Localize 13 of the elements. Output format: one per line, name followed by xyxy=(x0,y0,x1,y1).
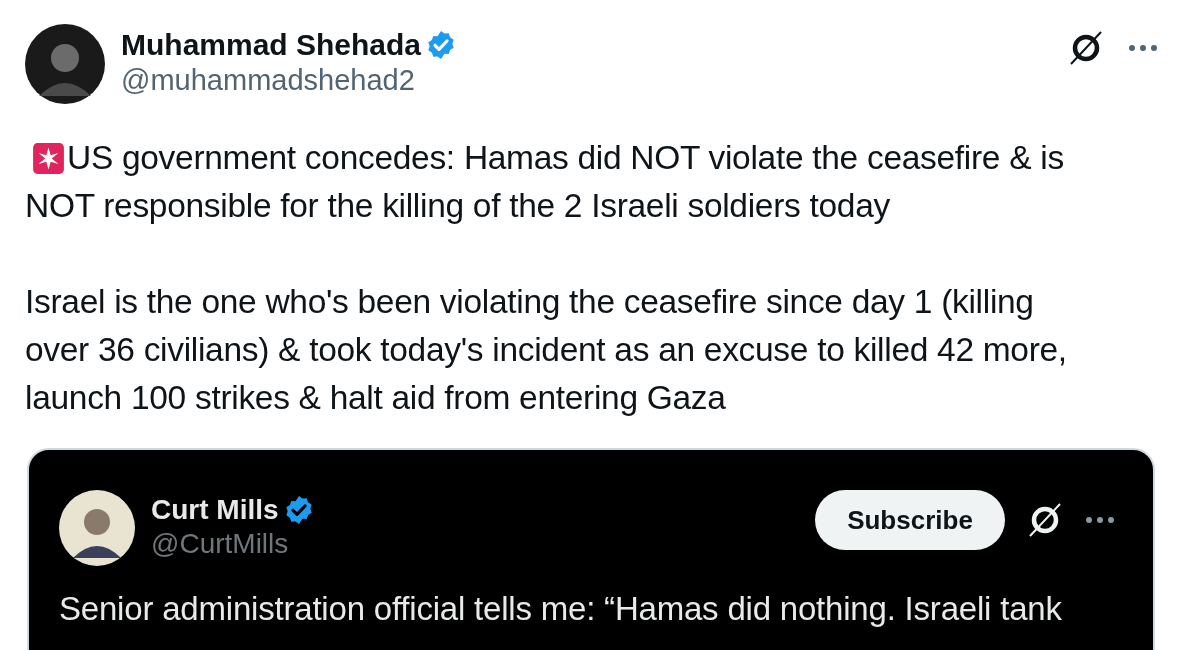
post-text: Israel is the one who's been violating the ceasefire since day 1 (killing over 36 civilians) & took today's incident as an excuse to killed 42 more, launch 100 strikes & halt aid from entering Gaza xyxy=(25,282,1068,418)
author-handle[interactable]: @muhammadshehad2 xyxy=(121,64,458,97)
author-name[interactable]: Curt Mills xyxy=(151,494,279,526)
more-icon[interactable] xyxy=(1085,516,1115,524)
quoted-post-card[interactable]: Curt Mills @CurtMills Subscribe Senior administration official tells me: “Hamas did nothing. Israeli tank xyxy=(27,448,1155,650)
author-name[interactable]: Muhammad Shehada xyxy=(121,28,422,62)
author-handle[interactable]: @CurtMills xyxy=(151,528,315,560)
avatar[interactable] xyxy=(25,24,105,104)
more-icon[interactable] xyxy=(1128,44,1158,52)
subscribe-button[interactable]: Subscribe xyxy=(815,490,1005,550)
post-text: US government concedes: Hamas did NOT violate the ceasefire & is NOT responsible for the killing of the 2 Israeli soldiers today xyxy=(25,138,1065,226)
avatar[interactable] xyxy=(59,490,135,566)
quoted-post-text: Senior administration official tells me: “Hamas did nothing. Israeli tank xyxy=(59,589,1063,629)
